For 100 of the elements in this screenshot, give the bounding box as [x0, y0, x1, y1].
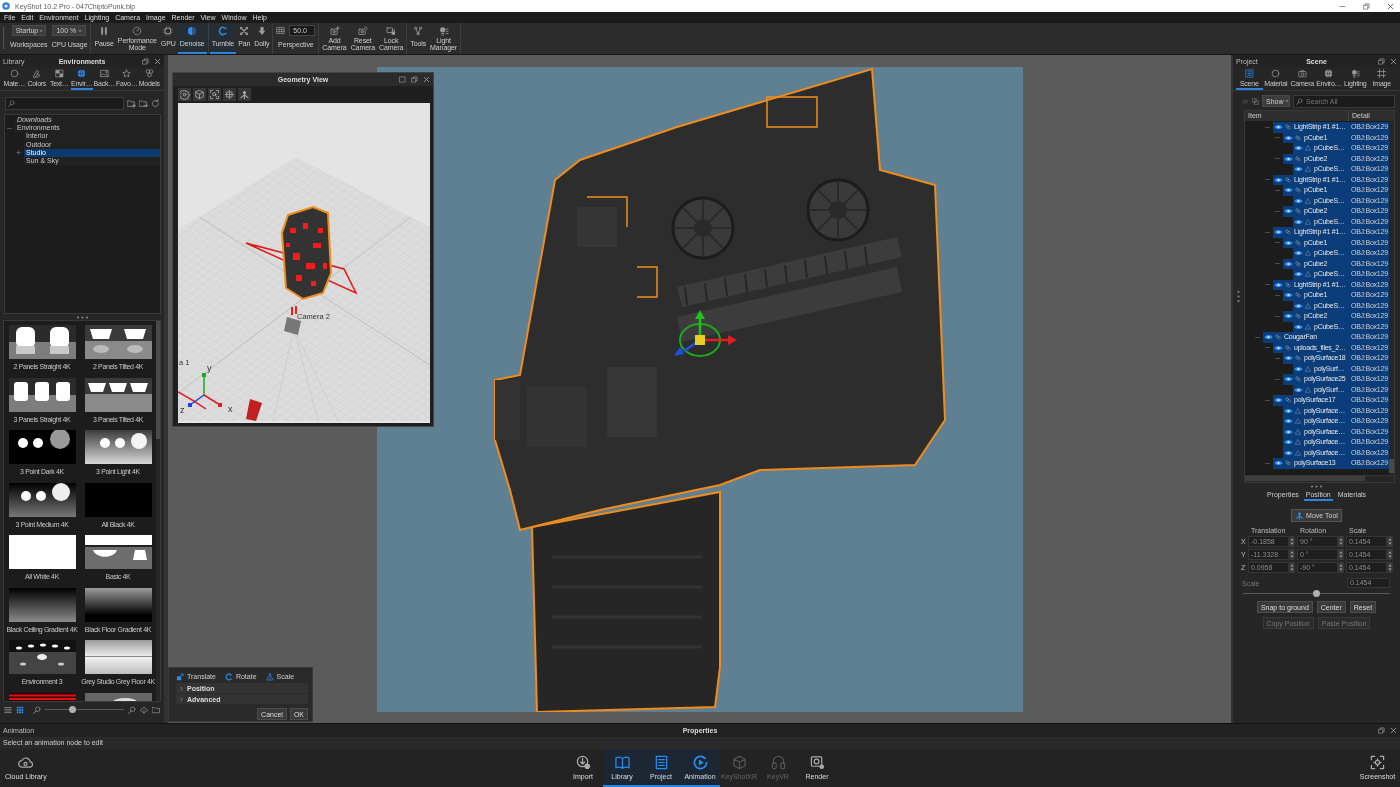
- eye-icon[interactable]: [1294, 218, 1303, 225]
- close-icon[interactable]: [1390, 57, 1397, 65]
- eye-icon[interactable]: [1274, 460, 1283, 467]
- double-chevron-icon[interactable]: [1242, 97, 1249, 105]
- eye-icon[interactable]: [1294, 166, 1303, 173]
- folder-plus-icon[interactable]: [127, 98, 136, 108]
- eye-icon[interactable]: [1284, 376, 1293, 383]
- close-icon[interactable]: [154, 57, 161, 65]
- dots-icon[interactable]: [75, 315, 89, 319]
- restore-icon[interactable]: [142, 57, 149, 65]
- search-field[interactable]: [5, 96, 124, 110]
- close-icon[interactable]: [423, 76, 430, 83]
- tripod-icon[interactable]: [238, 88, 251, 101]
- restore-icon[interactable]: [411, 76, 418, 83]
- eye-icon[interactable]: [1284, 239, 1293, 246]
- spinner-icon[interactable]: [1338, 536, 1344, 547]
- spinner-icon[interactable]: [1289, 562, 1295, 573]
- eye-icon[interactable]: [1284, 439, 1293, 446]
- minus-icon[interactable]: [1275, 240, 1280, 246]
- minus-icon[interactable]: [1275, 313, 1280, 319]
- minus-icon[interactable]: [1275, 135, 1280, 141]
- eye-icon[interactable]: [1294, 250, 1303, 257]
- slider-thumb[interactable]: [1313, 590, 1320, 597]
- plus-icon[interactable]: [16, 150, 21, 156]
- eye-icon[interactable]: [1264, 334, 1273, 341]
- minus-icon[interactable]: [1275, 292, 1280, 298]
- folder-icon[interactable]: [152, 705, 160, 714]
- gear-icon[interactable]: [178, 88, 191, 101]
- eye-icon[interactable]: [1284, 260, 1293, 267]
- eye-icon[interactable]: [1284, 313, 1293, 320]
- dots-icon[interactable]: [1310, 484, 1323, 488]
- slider-thumb[interactable]: [69, 706, 77, 713]
- tiles-icon[interactable]: [16, 705, 24, 714]
- minus-icon[interactable]: [1265, 460, 1270, 466]
- eye-icon[interactable]: [1274, 281, 1283, 288]
- eye-icon[interactable]: [1284, 134, 1293, 141]
- list-icon[interactable]: [4, 705, 12, 714]
- preview-image[interactable]: [84, 692, 152, 701]
- minus-icon[interactable]: [1265, 282, 1270, 288]
- eye-icon[interactable]: [1284, 449, 1293, 456]
- minus-icon[interactable]: [1275, 376, 1280, 382]
- scrollbar[interactable]: [156, 321, 160, 701]
- eye-icon[interactable]: [1294, 386, 1303, 393]
- eye-icon[interactable]: [1294, 323, 1303, 330]
- minus-icon[interactable]: [1265, 345, 1270, 351]
- minus-icon[interactable]: [1275, 156, 1280, 162]
- spinner-icon[interactable]: [1289, 536, 1295, 547]
- minus-icon[interactable]: [1265, 177, 1270, 183]
- eye-icon[interactable]: [1294, 365, 1303, 372]
- spinner-icon[interactable]: [1387, 536, 1393, 547]
- transform-gizmo-icon[interactable]: [673, 309, 737, 357]
- close-icon[interactable]: [1387, 2, 1394, 10]
- eye-icon[interactable]: [1284, 187, 1293, 194]
- scrollbar-thumb[interactable]: [1389, 459, 1394, 473]
- eye-icon[interactable]: [1274, 124, 1283, 131]
- scrollbar-thumb[interactable]: [1245, 476, 1365, 481]
- eye-icon[interactable]: [1294, 145, 1303, 152]
- eye-icon[interactable]: [1294, 271, 1303, 278]
- minus-icon[interactable]: [7, 125, 12, 131]
- maximize-icon[interactable]: [399, 76, 406, 83]
- refresh-icon[interactable]: [151, 98, 160, 108]
- eye-icon[interactable]: [1274, 176, 1283, 183]
- spinner-icon[interactable]: [1387, 562, 1393, 573]
- eye-icon[interactable]: [1284, 428, 1293, 435]
- eye-icon[interactable]: [1274, 229, 1283, 236]
- scrollbar[interactable]: [1389, 121, 1394, 475]
- eye-icon[interactable]: [1294, 197, 1303, 204]
- frame-zoom-icon[interactable]: [208, 88, 221, 101]
- magnifier-icon[interactable]: [33, 705, 41, 714]
- folder-arrow-icon[interactable]: [139, 98, 148, 108]
- eye-icon[interactable]: [1284, 355, 1293, 362]
- close-icon[interactable]: [1390, 727, 1397, 734]
- minus-icon[interactable]: [1275, 187, 1280, 193]
- spinner-icon[interactable]: [1289, 549, 1295, 560]
- eye-icon[interactable]: [1284, 292, 1293, 299]
- eye-icon[interactable]: [1274, 344, 1283, 351]
- crosshair-square-icon[interactable]: [223, 88, 236, 101]
- minus-icon[interactable]: [1255, 334, 1260, 340]
- scrollbar[interactable]: [1245, 475, 1394, 482]
- stacked-squares-icon[interactable]: [1252, 97, 1259, 105]
- eye-icon[interactable]: [1294, 302, 1303, 309]
- restore-icon[interactable]: [1363, 2, 1370, 10]
- minus-icon[interactable]: [1275, 261, 1280, 267]
- cube-icon[interactable]: [193, 88, 206, 101]
- eye-icon[interactable]: [1284, 208, 1293, 215]
- minus-icon[interactable]: [1275, 355, 1280, 361]
- eye-icon[interactable]: [1274, 397, 1283, 404]
- eye-icon[interactable]: [1284, 155, 1293, 162]
- eye-icon[interactable]: [1284, 407, 1293, 414]
- cloud-download-icon[interactable]: [140, 705, 148, 714]
- spinner-icon[interactable]: [1338, 562, 1344, 573]
- scrollbar-thumb[interactable]: [156, 321, 160, 439]
- minus-icon[interactable]: [1275, 208, 1280, 214]
- minus-icon[interactable]: [1265, 124, 1270, 130]
- minus-icon[interactable]: [1265, 229, 1270, 235]
- minus-icon[interactable]: [1265, 397, 1270, 403]
- spinner-icon[interactable]: [1338, 549, 1344, 560]
- spinner-icon[interactable]: [1387, 549, 1393, 560]
- dots-vertical-icon[interactable]: [1237, 290, 1240, 303]
- magnifier-icon[interactable]: [128, 705, 136, 714]
